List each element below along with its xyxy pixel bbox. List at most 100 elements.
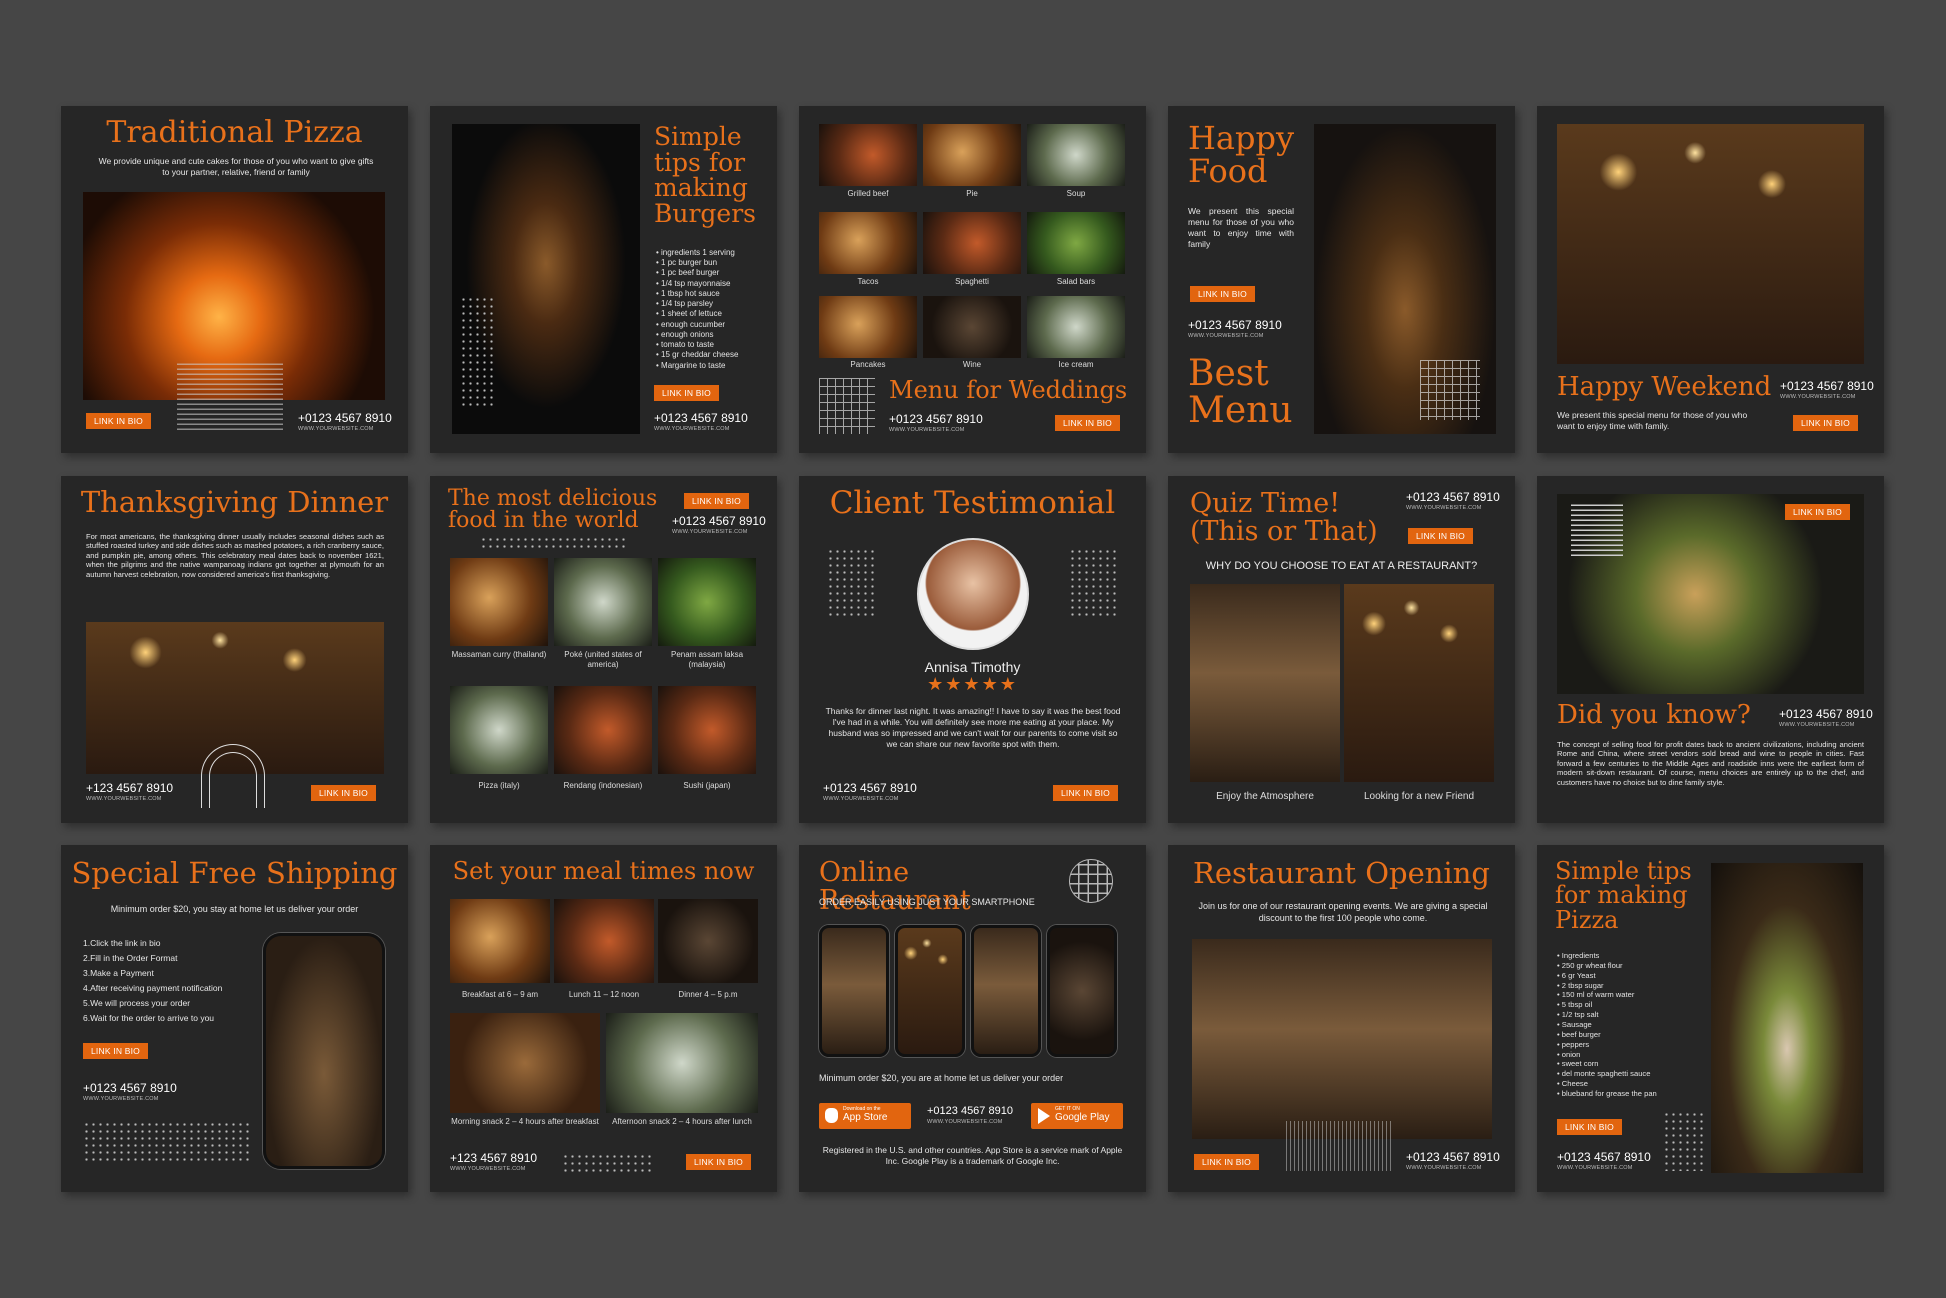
meal-label: Afternoon snack 2 – 4 hours after lunch <box>612 1117 752 1126</box>
food-label: Massaman curry (thailand) <box>451 650 547 659</box>
card-burger-tips: Simple tips for making Burgers ingredien… <box>430 106 777 453</box>
phone-number: +0123 4567 8910 <box>889 412 983 426</box>
option-image-atmosphere <box>1190 584 1340 782</box>
menu-label: Grilled beef <box>847 189 889 198</box>
link-in-bio-button[interactable]: LINK IN BIO <box>684 493 749 509</box>
family-dinner-photo <box>1557 124 1864 364</box>
card-title: Client Testimonial <box>829 485 1116 521</box>
food-label: Penam assam laksa (malaysia) <box>670 650 744 669</box>
card-restaurant-opening: Restaurant Opening Join us for one of ou… <box>1168 845 1515 1192</box>
lines-pattern <box>1286 1121 1392 1171</box>
link-in-bio-button[interactable]: LINK IN BIO <box>654 385 719 401</box>
phone-screen <box>819 925 889 1057</box>
list-item: 150 ml of warm water <box>1557 990 1695 1000</box>
meal-label: Dinner 4 – 5 p.m <box>678 990 738 999</box>
list-item: 1 pc beef burger <box>656 268 774 278</box>
phone-number: +0123 4567 8910 <box>1780 379 1874 393</box>
phone-screen <box>971 925 1041 1057</box>
list-item: 1/4 tsp parsley <box>656 299 774 309</box>
link-in-bio-button[interactable]: LINK IN BIO <box>86 413 151 429</box>
card-happy-food: Happy Food We present this special menu … <box>1168 106 1515 453</box>
list-item: 250 gr wheat flour <box>1557 961 1695 971</box>
website-url: WWW.YOURWEBSITE.COM <box>83 1096 159 1102</box>
phone-number: +0123 4567 8910 <box>1406 1150 1500 1164</box>
card-subtitle: (This or That) <box>1190 516 1378 547</box>
list-item: blueband for grease the pan <box>1557 1089 1695 1099</box>
menu-image <box>923 296 1021 358</box>
website-url: WWW.YOURWEBSITE.COM <box>1406 1165 1482 1171</box>
menu-image <box>1027 296 1125 358</box>
card-title: Happy Weekend <box>1557 372 1772 402</box>
order-note: Minimum order $20, you are at home let u… <box>819 1073 1064 1083</box>
step-item: 2.Fill in the Order Format <box>83 953 178 963</box>
dots-pattern <box>562 1153 654 1175</box>
link-in-bio-button[interactable]: LINK IN BIO <box>1190 286 1255 302</box>
list-item: 6 gr Yeast <box>1557 971 1695 981</box>
menu-label: Pie <box>966 189 978 198</box>
list-item: 1/4 tsp mayonnaise <box>656 279 774 289</box>
list-item: Sausage <box>1557 1020 1695 1030</box>
star-rating: ★★★★★ <box>927 674 1018 694</box>
menu-label: Soup <box>1066 189 1086 198</box>
card-did-you-know: LINK IN BIO Did you know? +0123 4567 891… <box>1537 476 1884 823</box>
link-in-bio-button[interactable]: LINK IN BIO <box>1194 1154 1259 1170</box>
phone-number: +0123 4567 8910 <box>654 411 748 425</box>
link-in-bio-button[interactable]: LINK IN BIO <box>83 1043 148 1059</box>
website-url: WWW.YOURWEBSITE.COM <box>1188 333 1264 339</box>
card-title: Simple tips for making Burgers <box>654 122 757 228</box>
phone-number: +0123 4567 8910 <box>927 1105 1013 1117</box>
phone-number: +0123 4567 8910 <box>1779 707 1873 721</box>
app-store-button[interactable]: Download on the App Store <box>819 1103 911 1129</box>
list-item: enough cucumber <box>656 320 774 330</box>
food-image <box>450 686 548 774</box>
card-text: We provide unique and cute cakes for tho… <box>98 156 374 178</box>
link-in-bio-button[interactable]: LINK IN BIO <box>311 785 376 801</box>
google-play-button[interactable]: GET IT ON Google Play <box>1031 1103 1123 1129</box>
card-subtitle: Minimum order $20, you stay at home let … <box>110 904 359 914</box>
card-title: Menu for Weddings <box>889 376 1128 404</box>
website-url: WWW.YOURWEBSITE.COM <box>298 426 374 432</box>
card-delicious-food: The most delicious food in the world LIN… <box>430 476 777 823</box>
phone-number: +123 4567 8910 <box>86 781 174 795</box>
card-thanksgiving: Thanksgiving Dinner For most americans, … <box>61 476 408 823</box>
card-title: Did you know? <box>1557 700 1751 730</box>
card-title: Set your meal times now <box>452 857 755 885</box>
list-item: tomato to taste <box>656 340 774 350</box>
website-url: WWW.YOURWEBSITE.COM <box>86 796 162 802</box>
card-testimonial: Client Testimonial Annisa Timothy ★★★★★ … <box>799 476 1146 823</box>
phone-mockup <box>263 933 385 1169</box>
list-item: 1 tbsp hot sauce <box>656 289 774 299</box>
step-item: 1.Click the link in bio <box>83 938 161 948</box>
menu-label: Pancakes <box>850 360 886 369</box>
link-in-bio-button[interactable]: LINK IN BIO <box>1408 528 1473 544</box>
step-item: 3.Make a Payment <box>83 968 154 978</box>
link-in-bio-button[interactable]: LINK IN BIO <box>1785 504 1850 520</box>
card-text: We present this special menu for those o… <box>1557 410 1748 432</box>
list-item: ingredients 1 serving <box>656 248 774 258</box>
link-in-bio-button[interactable]: LINK IN BIO <box>1053 785 1118 801</box>
phone-screen <box>1047 925 1117 1057</box>
card-title: Happy Food <box>1188 119 1295 190</box>
menu-image <box>819 212 917 274</box>
meal-image <box>450 899 550 983</box>
card-online-restaurant: Online Restaurant ORDER EASILY USING JUS… <box>799 845 1146 1192</box>
card-meal-times: Set your meal times now Breakfast at 6 –… <box>430 845 777 1192</box>
legal-text: Registered in the U.S. and other countri… <box>822 1145 1123 1167</box>
link-in-bio-button[interactable]: LINK IN BIO <box>1793 415 1858 431</box>
card-text: Join us for one of our restaurant openin… <box>1198 901 1488 923</box>
menu-image <box>819 296 917 358</box>
link-in-bio-button[interactable]: LINK IN BIO <box>1557 1119 1622 1135</box>
food-image <box>658 558 756 646</box>
meal-image <box>606 1013 758 1113</box>
ingredient-list: Ingredients 250 gr wheat flour 6 gr Yeas… <box>1557 951 1695 1099</box>
dots-pattern <box>460 296 496 406</box>
website-url: WWW.YOURWEBSITE.COM <box>1406 505 1482 511</box>
link-in-bio-button[interactable]: LINK IN BIO <box>1055 415 1120 431</box>
website-url: WWW.YOURWEBSITE.COM <box>672 529 748 535</box>
option-image-friend <box>1344 584 1494 782</box>
menu-image <box>1027 124 1125 186</box>
list-item: 1/2 tsp salt <box>1557 1010 1695 1020</box>
phone-number: +0123 4567 8910 <box>298 411 392 425</box>
pizza-photo <box>1711 863 1863 1173</box>
link-in-bio-button[interactable]: LINK IN BIO <box>686 1154 751 1170</box>
